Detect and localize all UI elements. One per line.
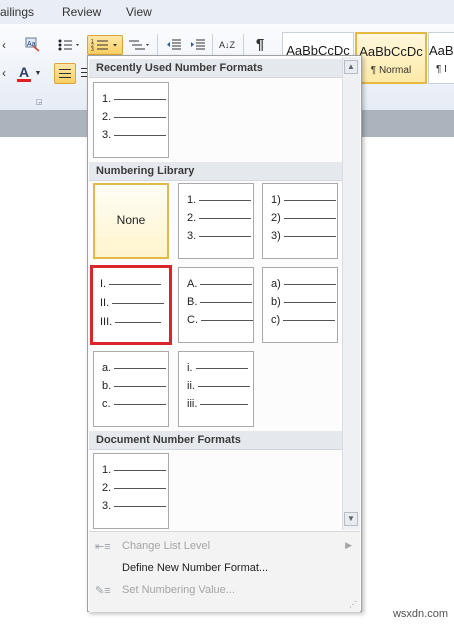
library-format-arabic-period[interactable]: 1. 2. 3. <box>178 183 254 259</box>
sort-button[interactable]: A↓Z <box>216 34 238 56</box>
library-format-alpha-lower-paren[interactable]: a) b) c) <box>262 267 338 343</box>
clear-formatting-icon[interactable]: Aa <box>22 34 42 54</box>
tab-mailings[interactable]: ailings <box>0 5 34 19</box>
submenu-arrow-icon: ▶ <box>345 540 352 550</box>
set-numbering-value-label: Set Numbering Value... <box>122 584 235 596</box>
tile-row: 1. <box>102 463 167 477</box>
tile-row: b) <box>271 295 336 309</box>
style-name: ¶ I <box>436 64 447 75</box>
recent-format-arabic-period[interactable]: 1. 2. 3. <box>93 82 169 158</box>
tile-row: A. <box>187 277 253 291</box>
tile-row: a. <box>102 361 167 375</box>
library-format-alpha-upper[interactable]: A. B. C. <box>178 267 254 343</box>
style-name: ¶ Normal <box>370 65 412 76</box>
library-format-none[interactable]: None <box>93 183 169 259</box>
tile-row: i. <box>187 361 248 375</box>
tile-row: b. <box>102 379 167 393</box>
ribbon-tab-bar: ailings Review View <box>0 0 454 24</box>
library-format-alpha-lower-period[interactable]: a. b. c. <box>93 351 169 427</box>
bullets-button[interactable] <box>56 36 82 54</box>
style-normal[interactable]: AaBbCcDc ¶ Normal <box>355 32 427 84</box>
tab-review[interactable]: Review <box>62 5 101 19</box>
align-left-icon <box>59 68 71 79</box>
tile-row: 1. <box>187 193 252 207</box>
library-format-arabic-paren[interactable]: 1) 2) 3) <box>262 183 338 259</box>
tile-row: 2. <box>102 110 167 124</box>
tile-row: B. <box>187 295 253 309</box>
decrease-indent-icon[interactable] <box>164 36 184 54</box>
tile-row: 2. <box>102 481 167 495</box>
section-header-document: Document Number Formats <box>89 431 342 450</box>
set-numbering-value-item[interactable]: ✎≡ Set Numbering Value... <box>89 580 360 602</box>
numbering-dropdown-menu: Recently Used Number Formats 1. 2. 3. Nu… <box>87 55 362 612</box>
tile-row: 1) <box>271 193 336 207</box>
section-header-recent: Recently Used Number Formats <box>89 59 342 78</box>
style-heading-partial[interactable]: AaBl ¶ I <box>428 32 454 84</box>
tile-row: c. <box>102 397 166 411</box>
watermark: wsxdn.com <box>392 608 448 620</box>
tile-row: a) <box>271 277 336 291</box>
font-color-icon: A <box>18 63 30 80</box>
font-color-button[interactable]: A <box>14 62 34 84</box>
define-new-number-format-item[interactable]: Define New Number Format... <box>89 558 360 580</box>
document-format-arabic-period[interactable]: 1. 2. 3. <box>93 453 169 529</box>
tile-row: 3. <box>102 128 167 142</box>
tile-row: I. <box>100 277 162 291</box>
font-color-swatch <box>17 78 31 82</box>
tile-row: C. <box>187 313 253 327</box>
font-color-dropdown-icon[interactable]: ▼ <box>34 66 42 80</box>
tile-row: ii. <box>187 379 250 393</box>
tile-row: II. <box>100 296 165 310</box>
scroll-up-icon[interactable]: ▲ <box>344 60 358 74</box>
change-list-level-item[interactable]: ⇤≡ Change List Level ▶ <box>89 536 360 558</box>
tab-view[interactable]: View <box>126 5 152 19</box>
style-sample: AaBl <box>429 43 454 58</box>
tile-row: 1. <box>102 92 167 106</box>
tile-row: 3. <box>187 229 252 243</box>
tile-row: iii. <box>187 397 249 411</box>
ribbon-overflow-left-2[interactable]: ‹ <box>0 64 8 82</box>
tile-row: 2. <box>187 211 252 225</box>
tile-row: 3. <box>102 499 167 513</box>
scroll-down-icon[interactable]: ▼ <box>344 512 358 526</box>
change-list-level-icon: ⇤≡ <box>95 541 111 553</box>
svg-text:3: 3 <box>91 47 94 52</box>
library-format-roman-upper[interactable]: I. II. III. <box>90 265 172 345</box>
tile-row: 2) <box>271 211 336 225</box>
define-new-number-format-label: Define New Number Format... <box>122 562 269 574</box>
align-left-button[interactable] <box>54 63 76 84</box>
change-list-level-label: Change List Level <box>122 540 211 552</box>
numbering-icon: 123 <box>91 39 117 52</box>
library-format-roman-lower[interactable]: i. ii. iii. <box>178 351 254 427</box>
none-label: None <box>116 213 146 227</box>
tile-row: c) <box>271 313 336 327</box>
ribbon-overflow-left[interactable]: ‹ <box>0 36 8 54</box>
style-sample: AaBbCcDc <box>359 44 423 59</box>
numbering-button[interactable]: 123 <box>87 35 123 55</box>
menu-scrollbar[interactable]: ▲ ▼ <box>342 57 360 530</box>
multilevel-list-icon <box>129 40 149 50</box>
tile-row: III. <box>100 315 162 329</box>
resize-grip-icon[interactable]: ⋰ <box>349 600 357 609</box>
section-header-library: Numbering Library <box>89 162 342 181</box>
bullets-icon <box>58 39 79 51</box>
tile-row: 3) <box>271 229 336 243</box>
increase-indent-icon[interactable] <box>188 36 208 54</box>
multilevel-list-button[interactable] <box>126 36 152 54</box>
paragraph-dialog-launcher-icon[interactable]: ◲ <box>34 97 44 107</box>
show-formatting-button[interactable]: ¶ <box>250 34 270 54</box>
set-numbering-value-icon: ✎≡ <box>95 585 111 597</box>
menu-commands: ⇤≡ Change List Level ▶ Define New Number… <box>89 531 360 612</box>
